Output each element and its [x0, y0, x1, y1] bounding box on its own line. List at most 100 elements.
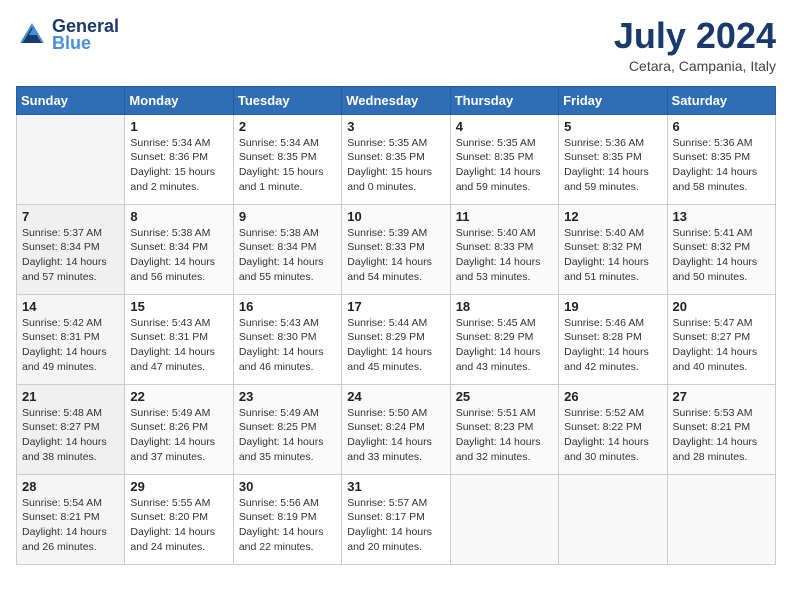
cell-w5-d5 — [559, 474, 667, 564]
day-number: 12 — [564, 209, 661, 224]
week-row-5: 28 Sunrise: 5:54 AM Sunset: 8:21 PM Dayli… — [17, 474, 776, 564]
day-number: 4 — [456, 119, 553, 134]
day-number: 5 — [564, 119, 661, 134]
day-number: 24 — [347, 389, 444, 404]
cell-w5-d4 — [450, 474, 558, 564]
week-row-1: 1Sunrise: 5:34 AM Sunset: 8:36 PM Daylig… — [17, 114, 776, 204]
day-number: 28 — [22, 479, 119, 494]
calendar-header: Sunday Monday Tuesday Wednesday Thursday… — [17, 86, 776, 114]
cell-w5-d2: 30 Sunrise: 5:56 AM Sunset: 8:19 PM Dayli… — [233, 474, 341, 564]
cell-w3-d0: 14 Sunrise: 5:42 AM Sunset: 8:31 PM Dayli… — [17, 294, 125, 384]
cell-w3-d4: 18 Sunrise: 5:45 AM Sunset: 8:29 PM Dayli… — [450, 294, 558, 384]
day-number: 15 — [130, 299, 227, 314]
day-number: 2 — [239, 119, 336, 134]
col-saturday: Saturday — [667, 86, 775, 114]
cell-w1-d6: 6Sunrise: 5:36 AM Sunset: 8:35 PM Daylig… — [667, 114, 775, 204]
day-info: Sunrise: 5:41 AM Sunset: 8:32 PM Dayligh… — [673, 226, 770, 285]
day-info: Sunrise: 5:40 AM Sunset: 8:33 PM Dayligh… — [456, 226, 553, 285]
day-number: 29 — [130, 479, 227, 494]
day-number: 23 — [239, 389, 336, 404]
day-info: Sunrise: 5:34 AM Sunset: 8:35 PM Dayligh… — [239, 136, 336, 195]
day-number: 25 — [456, 389, 553, 404]
day-info: Sunrise: 5:48 AM Sunset: 8:27 PM Dayligh… — [22, 406, 119, 465]
day-info: Sunrise: 5:43 AM Sunset: 8:30 PM Dayligh… — [239, 316, 336, 375]
cell-w4-d5: 26 Sunrise: 5:52 AM Sunset: 8:22 PM Dayli… — [559, 384, 667, 474]
cell-w4-d6: 27Sunrise: 5:53 AM Sunset: 8:21 PM Dayli… — [667, 384, 775, 474]
cell-w2-d6: 13 Sunrise: 5:41 AM Sunset: 8:32 PM Dayli… — [667, 204, 775, 294]
col-thursday: Thursday — [450, 86, 558, 114]
cell-w3-d5: 19 Sunrise: 5:46 AM Sunset: 8:28 PM Dayli… — [559, 294, 667, 384]
cell-w4-d0: 21 Sunrise: 5:48 AM Sunset: 8:27 PM Dayli… — [17, 384, 125, 474]
day-info: Sunrise: 5:43 AM Sunset: 8:31 PM Dayligh… — [130, 316, 227, 375]
day-number: 13 — [673, 209, 770, 224]
cell-w5-d6 — [667, 474, 775, 564]
day-info: Sunrise: 5:49 AM Sunset: 8:25 PM Dayligh… — [239, 406, 336, 465]
day-number: 16 — [239, 299, 336, 314]
cell-w3-d2: 16 Sunrise: 5:43 AM Sunset: 8:30 PM Dayli… — [233, 294, 341, 384]
cell-w2-d1: 8 Sunrise: 5:38 AM Sunset: 8:34 PM Daylig… — [125, 204, 233, 294]
col-sunday: Sunday — [17, 86, 125, 114]
cell-w1-d3: 3 Sunrise: 5:35 AM Sunset: 8:35 PM Daylig… — [342, 114, 450, 204]
cell-w4-d2: 23 Sunrise: 5:49 AM Sunset: 8:25 PM Dayli… — [233, 384, 341, 474]
day-number: 17 — [347, 299, 444, 314]
cell-w2-d2: 9Sunrise: 5:38 AM Sunset: 8:34 PM Daylig… — [233, 204, 341, 294]
cell-w1-d0 — [17, 114, 125, 204]
col-friday: Friday — [559, 86, 667, 114]
day-info: Sunrise: 5:35 AM Sunset: 8:35 PM Dayligh… — [456, 136, 553, 195]
cell-w2-d3: 10 Sunrise: 5:39 AM Sunset: 8:33 PM Dayli… — [342, 204, 450, 294]
cell-w5-d1: 29Sunrise: 5:55 AM Sunset: 8:20 PM Dayli… — [125, 474, 233, 564]
cell-w1-d4: 4 Sunrise: 5:35 AM Sunset: 8:35 PM Daylig… — [450, 114, 558, 204]
cell-w3-d3: 17Sunrise: 5:44 AM Sunset: 8:29 PM Dayli… — [342, 294, 450, 384]
cell-w1-d2: 2 Sunrise: 5:34 AM Sunset: 8:35 PM Daylig… — [233, 114, 341, 204]
cell-w2-d0: 7Sunrise: 5:37 AM Sunset: 8:34 PM Daylig… — [17, 204, 125, 294]
day-info: Sunrise: 5:54 AM Sunset: 8:21 PM Dayligh… — [22, 496, 119, 555]
day-number: 10 — [347, 209, 444, 224]
calendar-body: 1Sunrise: 5:34 AM Sunset: 8:36 PM Daylig… — [17, 114, 776, 564]
day-number: 20 — [673, 299, 770, 314]
day-info: Sunrise: 5:38 AM Sunset: 8:34 PM Dayligh… — [130, 226, 227, 285]
day-number: 11 — [456, 209, 553, 224]
day-info: Sunrise: 5:42 AM Sunset: 8:31 PM Dayligh… — [22, 316, 119, 375]
day-number: 18 — [456, 299, 553, 314]
day-info: Sunrise: 5:53 AM Sunset: 8:21 PM Dayligh… — [673, 406, 770, 465]
day-number: 19 — [564, 299, 661, 314]
day-info: Sunrise: 5:45 AM Sunset: 8:29 PM Dayligh… — [456, 316, 553, 375]
cell-w2-d5: 12 Sunrise: 5:40 AM Sunset: 8:32 PM Dayli… — [559, 204, 667, 294]
col-monday: Monday — [125, 86, 233, 114]
cell-w5-d0: 28 Sunrise: 5:54 AM Sunset: 8:21 PM Dayli… — [17, 474, 125, 564]
header-row: Sunday Monday Tuesday Wednesday Thursday… — [17, 86, 776, 114]
day-number: 31 — [347, 479, 444, 494]
day-info: Sunrise: 5:47 AM Sunset: 8:27 PM Dayligh… — [673, 316, 770, 375]
day-number: 22 — [130, 389, 227, 404]
day-info: Sunrise: 5:51 AM Sunset: 8:23 PM Dayligh… — [456, 406, 553, 465]
col-wednesday: Wednesday — [342, 86, 450, 114]
day-info: Sunrise: 5:52 AM Sunset: 8:22 PM Dayligh… — [564, 406, 661, 465]
calendar-table: Sunday Monday Tuesday Wednesday Thursday… — [16, 86, 776, 565]
day-info: Sunrise: 5:46 AM Sunset: 8:28 PM Dayligh… — [564, 316, 661, 375]
day-info: Sunrise: 5:35 AM Sunset: 8:35 PM Dayligh… — [347, 136, 444, 195]
day-number: 14 — [22, 299, 119, 314]
day-info: Sunrise: 5:50 AM Sunset: 8:24 PM Dayligh… — [347, 406, 444, 465]
page-header: General Blue July 2024 Cetara, Campania,… — [16, 16, 776, 74]
month-title: July 2024 — [614, 16, 776, 56]
day-info: Sunrise: 5:57 AM Sunset: 8:17 PM Dayligh… — [347, 496, 444, 555]
day-number: 21 — [22, 389, 119, 404]
week-row-2: 7Sunrise: 5:37 AM Sunset: 8:34 PM Daylig… — [17, 204, 776, 294]
day-number: 26 — [564, 389, 661, 404]
cell-w1-d1: 1Sunrise: 5:34 AM Sunset: 8:36 PM Daylig… — [125, 114, 233, 204]
day-info: Sunrise: 5:56 AM Sunset: 8:19 PM Dayligh… — [239, 496, 336, 555]
day-info: Sunrise: 5:36 AM Sunset: 8:35 PM Dayligh… — [564, 136, 661, 195]
col-tuesday: Tuesday — [233, 86, 341, 114]
cell-w2-d4: 11 Sunrise: 5:40 AM Sunset: 8:33 PM Dayli… — [450, 204, 558, 294]
cell-w3-d6: 20 Sunrise: 5:47 AM Sunset: 8:27 PM Dayli… — [667, 294, 775, 384]
day-number: 30 — [239, 479, 336, 494]
cell-w4-d1: 22Sunrise: 5:49 AM Sunset: 8:26 PM Dayli… — [125, 384, 233, 474]
week-row-4: 21 Sunrise: 5:48 AM Sunset: 8:27 PM Dayli… — [17, 384, 776, 474]
day-number: 3 — [347, 119, 444, 134]
title-block: July 2024 Cetara, Campania, Italy — [614, 16, 776, 74]
day-info: Sunrise: 5:40 AM Sunset: 8:32 PM Dayligh… — [564, 226, 661, 285]
day-info: Sunrise: 5:39 AM Sunset: 8:33 PM Dayligh… — [347, 226, 444, 285]
day-number: 8 — [130, 209, 227, 224]
cell-w5-d3: 31 Sunrise: 5:57 AM Sunset: 8:17 PM Dayli… — [342, 474, 450, 564]
logo-icon — [16, 19, 48, 51]
